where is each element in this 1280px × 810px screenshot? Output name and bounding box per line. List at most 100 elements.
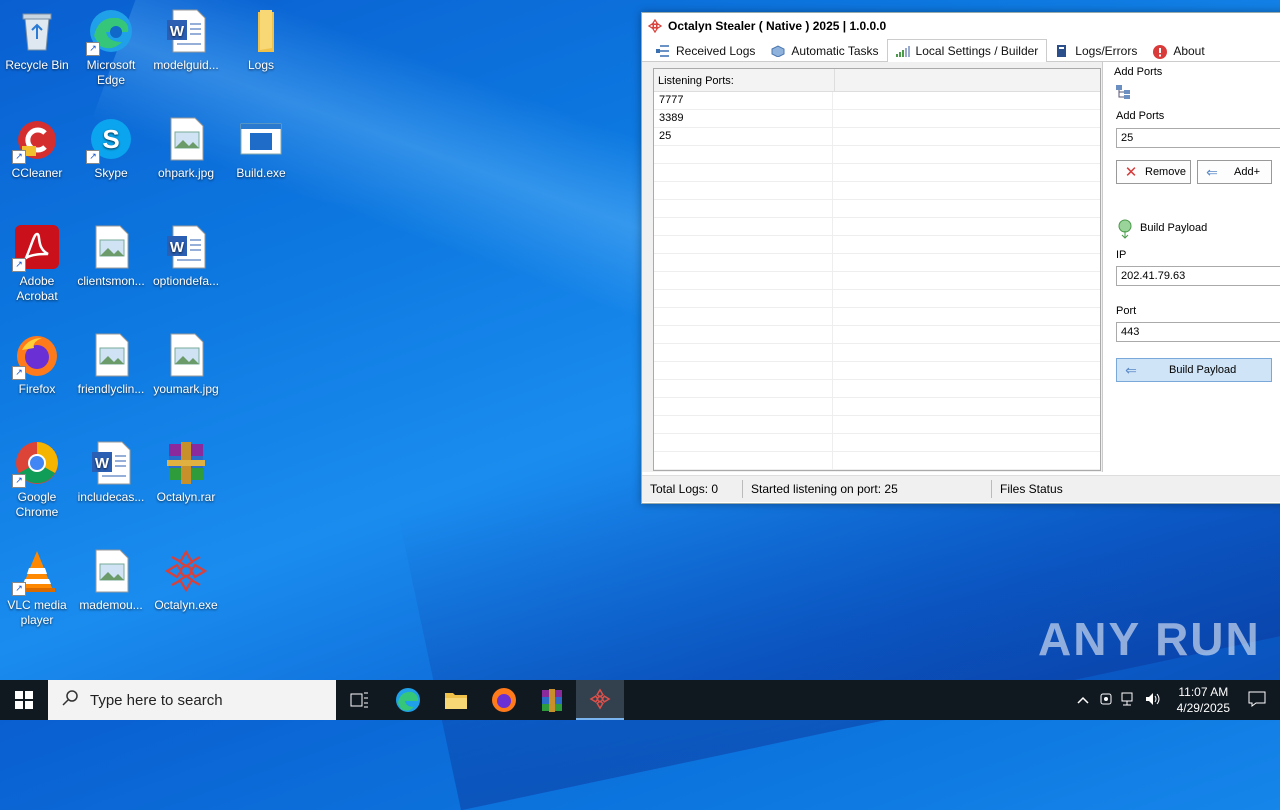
info-icon bbox=[1153, 45, 1168, 59]
shortcut-arrow-icon: ↗ bbox=[86, 150, 100, 164]
empty-list-row bbox=[654, 470, 1100, 471]
start-button[interactable] bbox=[0, 680, 48, 720]
desktop-icon-mademou[interactable]: mademou... bbox=[74, 548, 148, 613]
port-input[interactable]: 443 bbox=[1116, 322, 1280, 342]
ip-label: IP bbox=[1116, 249, 1127, 261]
add-ports-group-label: Add Ports bbox=[1114, 66, 1163, 78]
desktop-icon-modelguid[interactable]: W modelguid... bbox=[149, 8, 223, 73]
network-icon[interactable] bbox=[1121, 692, 1137, 709]
notifications-icon[interactable] bbox=[1248, 691, 1266, 710]
clock-date: 4/29/2025 bbox=[1176, 701, 1230, 715]
empty-list-row bbox=[654, 344, 1100, 362]
signal-bars-icon bbox=[895, 45, 910, 57]
device-icon[interactable] bbox=[1099, 692, 1113, 709]
tab-label: Received Logs bbox=[676, 44, 756, 58]
taskbar-octalyn[interactable] bbox=[576, 680, 624, 720]
desktop-icon-label: mademou... bbox=[79, 598, 143, 612]
taskbar-search-box[interactable]: Type here to search bbox=[48, 680, 336, 720]
vlc-icon: ↗ bbox=[12, 548, 60, 596]
desktop-icon-recycle-bin[interactable]: Recycle Bin bbox=[0, 8, 74, 73]
empty-list-row bbox=[654, 380, 1100, 398]
taskbar-file-explorer[interactable] bbox=[432, 680, 480, 720]
taskbar-clock[interactable]: 11:07 AM 4/29/2025 bbox=[1177, 684, 1230, 716]
desktop-icon-ccleaner[interactable]: ↗ CCleaner bbox=[0, 116, 74, 181]
shortcut-arrow-icon: ↗ bbox=[12, 474, 26, 488]
empty-rows bbox=[654, 146, 1100, 471]
add-button[interactable]: ⇐ Add+ bbox=[1197, 160, 1272, 184]
tab-about[interactable]: About bbox=[1145, 41, 1212, 61]
app-window[interactable]: Octalyn Stealer ( Native ) 2025 | 1.0.0.… bbox=[641, 12, 1280, 504]
desktop-icon-octalyn-rar[interactable]: Octalyn.rar bbox=[149, 440, 223, 505]
empty-list-row bbox=[654, 200, 1100, 218]
desktop-icon-label: ohpark.jpg bbox=[157, 166, 215, 180]
desktop-icon-microsoft-edge[interactable]: ↗ Microsoft Edge bbox=[74, 8, 148, 88]
ports-tree-icon bbox=[1115, 84, 1131, 103]
acrobat-icon: ↗ bbox=[12, 224, 60, 272]
desktop-icon-google-chrome[interactable]: ↗ Google Chrome bbox=[0, 440, 74, 520]
image-file-icon bbox=[88, 548, 134, 594]
taskbar-winrar[interactable] bbox=[528, 680, 576, 720]
list-item[interactable]: 7777 bbox=[654, 92, 1100, 110]
empty-list-row bbox=[654, 308, 1100, 326]
task-view-button[interactable] bbox=[336, 680, 384, 720]
desktop-icon-logs-folder[interactable]: Logs bbox=[224, 8, 298, 73]
desktop-icon-firefox[interactable]: ↗ Firefox bbox=[0, 332, 74, 397]
desktop-icon-includecas[interactable]: W includecas... bbox=[74, 440, 148, 505]
window-title: Octalyn Stealer ( Native ) 2025 | 1.0.0.… bbox=[668, 19, 887, 33]
desktop-icon-label: clientsmon... bbox=[77, 274, 145, 288]
chevron-up-icon[interactable] bbox=[1077, 693, 1089, 707]
taskbar-edge[interactable] bbox=[384, 680, 432, 720]
empty-list-row bbox=[654, 272, 1100, 290]
svg-text:W: W bbox=[95, 455, 110, 472]
image-file-icon bbox=[88, 332, 134, 378]
svg-text:W: W bbox=[170, 23, 185, 40]
desktop-icon-skype[interactable]: S ↗ Skype bbox=[74, 116, 148, 181]
build-payload-button[interactable]: ⇐ Build Payload bbox=[1116, 358, 1272, 382]
folder-icon bbox=[445, 693, 467, 709]
add-ports-input[interactable]: 25 bbox=[1116, 128, 1280, 148]
windows-logo-icon bbox=[15, 691, 33, 709]
shortcut-arrow-icon: ↗ bbox=[12, 150, 26, 164]
desktop-icon-label: youmark.jpg bbox=[153, 382, 219, 396]
desktop-icon-ohpark[interactable]: ohpark.jpg bbox=[149, 116, 223, 181]
column-header-listening-ports[interactable]: Listening Ports: bbox=[654, 69, 835, 91]
empty-list-row bbox=[654, 236, 1100, 254]
tab-local-settings-builder[interactable]: Local Settings / Builder bbox=[886, 39, 1048, 62]
tab-received-logs[interactable]: Received Logs bbox=[648, 41, 763, 61]
clock-time: 11:07 AM bbox=[1178, 685, 1229, 699]
desktop-icon-friendlyclin[interactable]: friendlyclin... bbox=[74, 332, 148, 397]
desktop-icon-label: Adobe Acrobat bbox=[16, 274, 58, 303]
desktop-icon-label: Google Chrome bbox=[15, 490, 59, 519]
desktop-icon-clientsmon[interactable]: clientsmon... bbox=[74, 224, 148, 289]
tab-automatic-tasks[interactable]: Automatic Tasks bbox=[763, 41, 886, 61]
network-icon bbox=[656, 45, 670, 57]
desktop-icon-label: Recycle Bin bbox=[5, 58, 69, 72]
empty-list-row bbox=[654, 164, 1100, 182]
volume-icon[interactable] bbox=[1145, 692, 1163, 709]
tab-logs-errors[interactable]: Logs/Errors bbox=[1047, 41, 1145, 61]
status-total-logs: Total Logs: 0 bbox=[650, 482, 719, 496]
desktop-icon-build-exe[interactable]: Build.exe bbox=[224, 116, 298, 181]
tab-strip: Received Logs Automatic Tasks Local Sett… bbox=[642, 39, 1280, 62]
list-item[interactable]: 25 bbox=[654, 128, 1100, 146]
list-item[interactable]: 3389 bbox=[654, 110, 1100, 128]
folder-icon bbox=[238, 8, 284, 54]
desktop-icon-label: includecas... bbox=[77, 490, 145, 504]
remove-button[interactable]: ✕ Remove bbox=[1116, 160, 1191, 184]
desktop-icon-youmark[interactable]: youmark.jpg bbox=[149, 332, 223, 397]
desktop-icon-vlc[interactable]: ↗ VLC media player bbox=[0, 548, 74, 628]
desktop-icon-optiondefa[interactable]: W optiondefa... bbox=[149, 224, 223, 289]
port-value: 3389 bbox=[654, 110, 833, 127]
taskbar-firefox[interactable] bbox=[480, 680, 528, 720]
status-message: Started listening on port: 25 bbox=[751, 482, 898, 496]
window-titlebar[interactable]: Octalyn Stealer ( Native ) 2025 | 1.0.0.… bbox=[642, 13, 1280, 39]
tab-label: Logs/Errors bbox=[1075, 44, 1138, 58]
winrar-archive-icon bbox=[163, 440, 209, 486]
ip-input[interactable]: 202.41.79.63 bbox=[1116, 266, 1280, 286]
svg-text:W: W bbox=[170, 239, 185, 256]
desktop-icon-adobe-acrobat[interactable]: ↗ Adobe Acrobat bbox=[0, 224, 74, 304]
search-placeholder: Type here to search bbox=[90, 691, 223, 709]
desktop-icon-label: friendlyclin... bbox=[77, 382, 145, 396]
listening-ports-list[interactable]: Listening Ports: 7777 3389 25 bbox=[653, 68, 1101, 471]
desktop-icon-octalyn-exe[interactable]: Octalyn.exe bbox=[149, 548, 223, 613]
